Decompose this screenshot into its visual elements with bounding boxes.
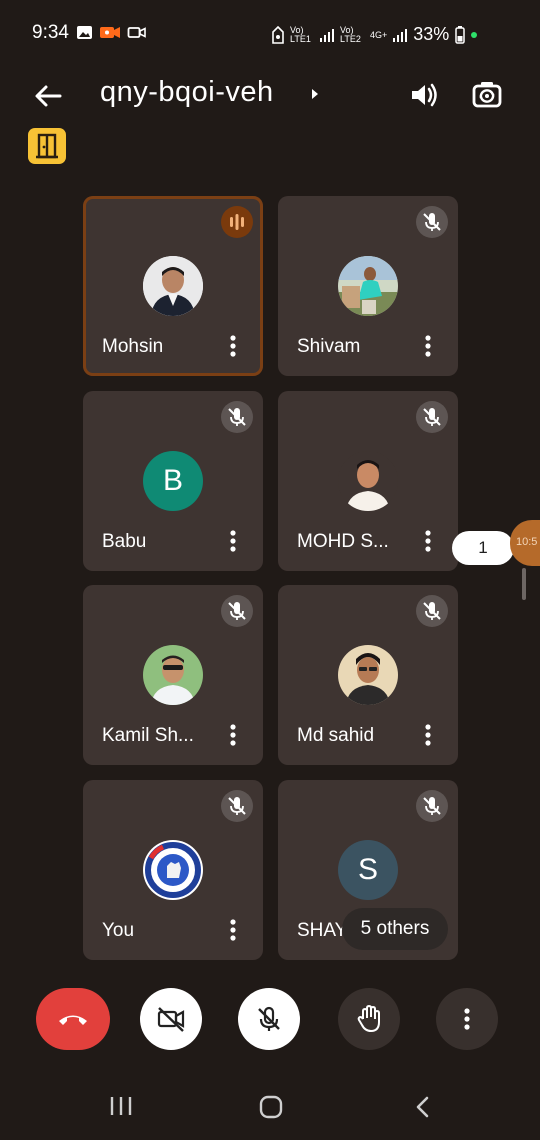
- mic-off-icon: [416, 206, 448, 238]
- participant-tile-shivam[interactable]: Shivam: [278, 196, 458, 376]
- participant-tile-mohd-s[interactable]: MOHD S...: [278, 391, 458, 571]
- more-vert-icon[interactable]: [416, 721, 440, 749]
- battery-icon: [455, 25, 466, 44]
- avatar-md-sahid: [338, 645, 398, 705]
- participant-name: MOHD S...: [297, 531, 389, 552]
- side-handle-label: 10:5: [516, 536, 538, 548]
- mic-off-icon: [416, 595, 448, 627]
- network-type: 4G+: [370, 29, 388, 40]
- page-indicator[interactable]: 1: [452, 531, 514, 565]
- back-arrow-icon[interactable]: [30, 78, 66, 114]
- avatar-mohsin: [143, 256, 203, 316]
- notification-icons: [76, 24, 147, 41]
- participant-name: Mohsin: [102, 336, 164, 357]
- participant-tile-mohsin[interactable]: Mohsin: [83, 196, 263, 376]
- camera-off-button[interactable]: [140, 988, 202, 1050]
- chevron-right-icon[interactable]: [308, 84, 322, 104]
- avatar-shivam: [338, 256, 398, 316]
- more-vert-icon[interactable]: [221, 527, 245, 555]
- mic-off-icon: [221, 790, 253, 822]
- more-vert-icon[interactable]: [221, 916, 245, 944]
- end-call-button[interactable]: [36, 988, 110, 1050]
- battery-percent: 33%: [413, 24, 450, 44]
- participant-name: Md sahid: [297, 725, 375, 746]
- recent-apps-icon[interactable]: [108, 1094, 134, 1118]
- room-icon[interactable]: [28, 128, 66, 164]
- status-time: 9:34: [32, 22, 69, 43]
- network-indicators: Vo) LTE1 Vo) LTE2 4G+ 33%: [272, 24, 478, 45]
- more-vert-icon[interactable]: [416, 527, 440, 555]
- videocam-off-icon: [157, 1007, 185, 1032]
- mic-off-icon: [221, 595, 253, 627]
- home-icon[interactable]: [258, 1094, 284, 1120]
- hang-up-icon: [59, 1015, 87, 1025]
- mic-off-icon: [416, 790, 448, 822]
- participant-tile-you[interactable]: You: [83, 780, 263, 960]
- wifi-call-icon: [272, 25, 284, 44]
- avatar-kamil: [143, 645, 203, 705]
- more-vert-icon[interactable]: [221, 332, 245, 360]
- hand-icon: [357, 1005, 380, 1032]
- sim1-label: Vo) LTE1: [290, 24, 311, 44]
- raise-hand-button[interactable]: [338, 988, 400, 1050]
- speaker-icon[interactable]: [404, 76, 442, 114]
- status-bar: 9:34 Vo) LTE1 Vo) LTE2 4G+ 33%: [0, 0, 540, 60]
- participant-name: Babu: [102, 531, 147, 552]
- participant-tile-babu[interactable]: B Babu: [83, 391, 263, 571]
- participant-name: Shivam: [297, 336, 361, 357]
- more-options-button[interactable]: [436, 988, 498, 1050]
- more-vert-icon: [464, 1008, 470, 1030]
- signal-icon: [320, 28, 334, 42]
- avatar-letter-b: B: [143, 451, 203, 511]
- sim2-label: Vo) LTE2: [340, 24, 361, 44]
- participant-tile-kamil[interactable]: Kamil Sh...: [83, 585, 263, 765]
- signal-icon-2: [393, 28, 408, 42]
- mic-active-dot: [471, 31, 478, 38]
- mic-off-icon: [416, 401, 448, 433]
- gallery-icon: [77, 26, 92, 39]
- mic-off-icon: [221, 401, 253, 433]
- video-record-icon: [100, 27, 120, 38]
- mic-off-icon: [258, 1006, 280, 1031]
- nav-back-icon[interactable]: [412, 1094, 434, 1120]
- switch-camera-icon[interactable]: [468, 76, 506, 114]
- more-vert-icon[interactable]: [221, 721, 245, 749]
- side-handle[interactable]: 10:5: [510, 520, 540, 566]
- participant-name: Kamil Sh...: [102, 725, 194, 746]
- avatar-mohd-s: [338, 451, 398, 511]
- microphone-off-button[interactable]: [238, 988, 300, 1050]
- video-call-icon: [127, 27, 146, 38]
- door-icon: [36, 133, 58, 159]
- more-vert-icon[interactable]: [416, 332, 440, 360]
- others-chip[interactable]: 5 others: [342, 908, 448, 950]
- speaking-indicator-icon: [221, 206, 253, 238]
- participant-tile-md-sahid[interactable]: Md sahid: [278, 585, 458, 765]
- scrollbar[interactable]: [522, 568, 526, 600]
- avatar-letter-s: S: [338, 840, 398, 900]
- meeting-title[interactable]: qny-bqoi-veh: [100, 76, 274, 109]
- avatar-you-logo: [143, 840, 203, 900]
- participant-name: You: [102, 920, 135, 941]
